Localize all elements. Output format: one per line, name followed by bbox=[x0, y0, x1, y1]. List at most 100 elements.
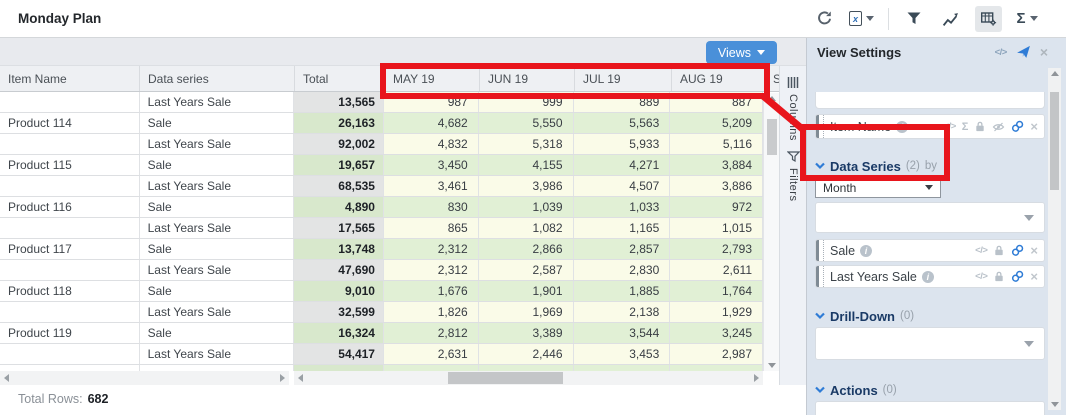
table-row[interactable]: Last Years Sale 47,690 2,312 2,587 2,830… bbox=[0, 260, 763, 281]
cell-data-series[interactable]: Last Years Sale bbox=[140, 92, 295, 112]
cell-may-19[interactable]: 4,682 bbox=[384, 113, 479, 133]
cell-data-series[interactable]: Last Years Sale bbox=[140, 260, 295, 280]
column-header-sep-19-clipped[interactable]: S bbox=[765, 66, 779, 91]
table-row[interactable]: Last Years Sale 54,417 2,631 2,446 3,453… bbox=[0, 344, 763, 365]
cell-aug-19[interactable]: 2,793 bbox=[670, 239, 763, 259]
cell-jul-19[interactable]: 4,507 bbox=[574, 176, 671, 196]
cell-jun-19[interactable]: 1,969 bbox=[479, 302, 574, 322]
scroll-up-arrow[interactable] bbox=[1051, 71, 1059, 76]
cell-jun-19[interactable]: 3,389 bbox=[479, 323, 574, 343]
scroll-thumb[interactable] bbox=[448, 372, 563, 384]
cell-data-series[interactable]: Sale bbox=[140, 155, 295, 175]
code-icon[interactable]: </> bbox=[975, 271, 987, 282]
panel-vertical-scrollbar[interactable] bbox=[1048, 68, 1061, 410]
cell-total[interactable]: 9,010 bbox=[294, 281, 384, 301]
cell-may-19[interactable]: 4,832 bbox=[384, 134, 479, 154]
table-row[interactable]: Product 115 Sale 19,657 3,450 4,155 4,27… bbox=[0, 155, 763, 176]
cell-item-name[interactable] bbox=[0, 218, 140, 238]
cell-jun-19[interactable]: 2,587 bbox=[479, 260, 574, 280]
table-row[interactable]: Last Years Sale 68,535 3,461 3,986 4,507… bbox=[0, 176, 763, 197]
cell-item-name[interactable] bbox=[0, 344, 140, 364]
cell-aug-19[interactable]: 5,209 bbox=[670, 113, 763, 133]
cell-aug-19[interactable]: 1,015 bbox=[670, 218, 763, 238]
lock-icon[interactable] bbox=[974, 120, 986, 133]
data-series-add-dropdown[interactable] bbox=[815, 202, 1045, 233]
tab-filters[interactable]: Filters bbox=[780, 141, 806, 201]
cell-jul-19[interactable]: 2,138 bbox=[574, 302, 671, 322]
section-title[interactable]: Actions bbox=[830, 383, 878, 398]
cell-jun-19[interactable]: 5,550 bbox=[479, 113, 574, 133]
cell-data-series[interactable]: Last Years Sale bbox=[140, 344, 295, 364]
section-title[interactable]: Data Series bbox=[830, 159, 901, 174]
table-row[interactable]: Product 119 Sale 16,324 2,812 3,389 3,54… bbox=[0, 323, 763, 344]
column-header-item-name[interactable]: Item Name bbox=[0, 66, 140, 91]
cell-item-name[interactable] bbox=[0, 302, 140, 322]
cell-total[interactable]: 54,417 bbox=[294, 344, 384, 364]
table-row[interactable]: Last Years Sale 32,599 1,826 1,969 2,138… bbox=[0, 302, 763, 323]
cell-jul-19[interactable]: 1,885 bbox=[574, 281, 671, 301]
cell-item-name[interactable] bbox=[0, 92, 140, 112]
cell-total[interactable]: 32,599 bbox=[294, 302, 384, 322]
cell-jul-19[interactable]: 5,563 bbox=[574, 113, 671, 133]
drag-handle-icon[interactable] bbox=[816, 266, 824, 287]
month-columns-scrollbar[interactable] bbox=[294, 371, 763, 385]
info-icon[interactable]: i bbox=[896, 121, 908, 133]
section-title[interactable]: Drill-Down bbox=[830, 309, 895, 324]
cell-may-19[interactable]: 2,312 bbox=[384, 260, 479, 280]
cell-jul-19[interactable]: 5,933 bbox=[574, 134, 671, 154]
cell-jul-19[interactable]: 4,271 bbox=[574, 155, 671, 175]
cell-jul-19[interactable]: 2,830 bbox=[574, 260, 671, 280]
cell-item-name[interactable] bbox=[0, 260, 140, 280]
export-button[interactable]: x bbox=[849, 6, 874, 32]
scroll-up-arrow[interactable] bbox=[768, 96, 776, 101]
aggregations-button[interactable]: Σ bbox=[1016, 6, 1038, 32]
month-select[interactable]: Month bbox=[815, 177, 941, 198]
column-header-jul-19[interactable]: JUL 19 bbox=[575, 66, 672, 91]
views-button[interactable]: Views bbox=[706, 41, 777, 64]
chevron-down-icon[interactable] bbox=[815, 312, 825, 320]
cell-may-19[interactable]: 830 bbox=[384, 197, 479, 217]
scroll-left-arrow[interactable] bbox=[4, 374, 9, 382]
cell-jun-19[interactable]: 999 bbox=[479, 92, 574, 112]
drag-handle-icon[interactable] bbox=[816, 115, 824, 138]
table-row[interactable]: Product 118 Sale 9,010 1,676 1,901 1,885… bbox=[0, 281, 763, 302]
cell-aug-19[interactable]: 2,987 bbox=[670, 344, 763, 364]
cell-total[interactable]: 19,657 bbox=[294, 155, 384, 175]
cell-jul-19[interactable]: 889 bbox=[574, 92, 671, 112]
cell-jun-19[interactable]: 4,155 bbox=[479, 155, 574, 175]
column-header-total[interactable]: Total bbox=[295, 66, 385, 91]
cell-jul-19[interactable]: 2,857 bbox=[574, 239, 671, 259]
code-icon[interactable]: </> bbox=[944, 121, 956, 132]
eye-off-icon[interactable] bbox=[992, 121, 1005, 133]
chevron-down-icon[interactable] bbox=[815, 386, 825, 394]
cell-may-19[interactable]: 865 bbox=[384, 218, 479, 238]
cell-item-name[interactable] bbox=[0, 176, 140, 196]
cell-may-19[interactable]: 1,826 bbox=[384, 302, 479, 322]
cell-total[interactable]: 17,565 bbox=[294, 218, 384, 238]
scroll-thumb[interactable] bbox=[1050, 92, 1059, 190]
cell-jun-19[interactable]: 3,986 bbox=[479, 176, 574, 196]
info-icon[interactable]: i bbox=[860, 245, 872, 257]
cell-total[interactable]: 68,535 bbox=[294, 176, 384, 196]
cell-aug-19[interactable]: 2,611 bbox=[670, 260, 763, 280]
paper-plane-icon[interactable] bbox=[1016, 45, 1031, 59]
close-icon[interactable]: × bbox=[1030, 243, 1038, 258]
charts-button[interactable] bbox=[939, 6, 961, 32]
scroll-thumb[interactable] bbox=[767, 119, 777, 155]
cell-total[interactable]: 4,890 bbox=[294, 197, 384, 217]
cell-total[interactable]: 47,690 bbox=[294, 260, 384, 280]
scroll-right-arrow[interactable] bbox=[754, 374, 759, 382]
cell-data-series[interactable]: Last Years Sale bbox=[140, 134, 295, 154]
cell-may-19[interactable]: 2,312 bbox=[384, 239, 479, 259]
column-header-jun-19[interactable]: JUN 19 bbox=[480, 66, 575, 91]
cell-data-series[interactable]: Sale bbox=[140, 281, 295, 301]
close-icon[interactable]: × bbox=[1030, 269, 1038, 284]
cell-total[interactable]: 13,565 bbox=[294, 92, 384, 112]
cell-item-name[interactable]: Product 118 bbox=[0, 281, 140, 301]
column-header-may-19[interactable]: MAY 19 bbox=[385, 66, 480, 91]
cell-item-name[interactable]: Product 117 bbox=[0, 239, 140, 259]
close-icon[interactable]: × bbox=[1040, 45, 1048, 59]
tab-columns[interactable]: Columns bbox=[780, 66, 806, 141]
cell-item-name[interactable]: Product 114 bbox=[0, 113, 140, 133]
link-icon[interactable] bbox=[1011, 270, 1024, 283]
